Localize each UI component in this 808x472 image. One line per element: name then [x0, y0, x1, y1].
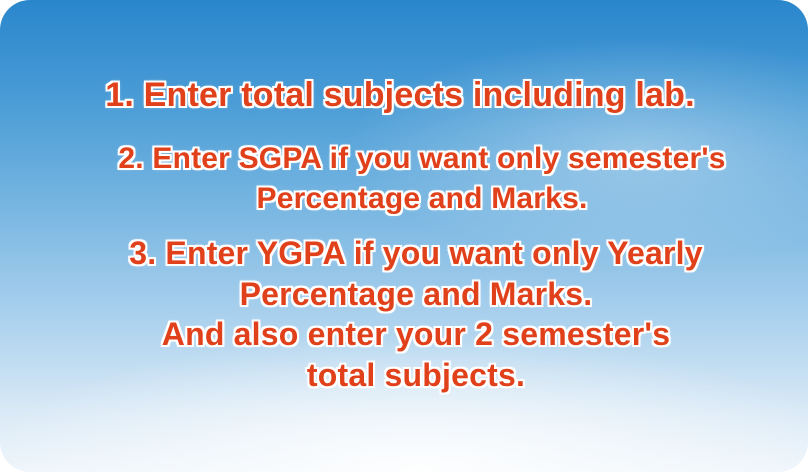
instruction-step-2-line-2: Percentage and Marks. — [256, 182, 588, 215]
instruction-step-3-line-1: 3. Enter YGPA if you want only Yearly — [129, 235, 703, 271]
instruction-card: 1. Enter total subjects including lab. 2… — [0, 0, 808, 472]
instruction-step-3-line-4: total subjects. — [306, 357, 526, 393]
instruction-step-1: 1. Enter total subjects including lab. — [105, 76, 695, 114]
instruction-step-3-line-2: Percentage and Marks. — [239, 276, 593, 312]
instruction-step-2-line-1: 2. Enter SGPA if you want only semester'… — [118, 142, 726, 175]
instruction-step-3-line-3: And also enter your 2 semester's — [161, 316, 671, 352]
